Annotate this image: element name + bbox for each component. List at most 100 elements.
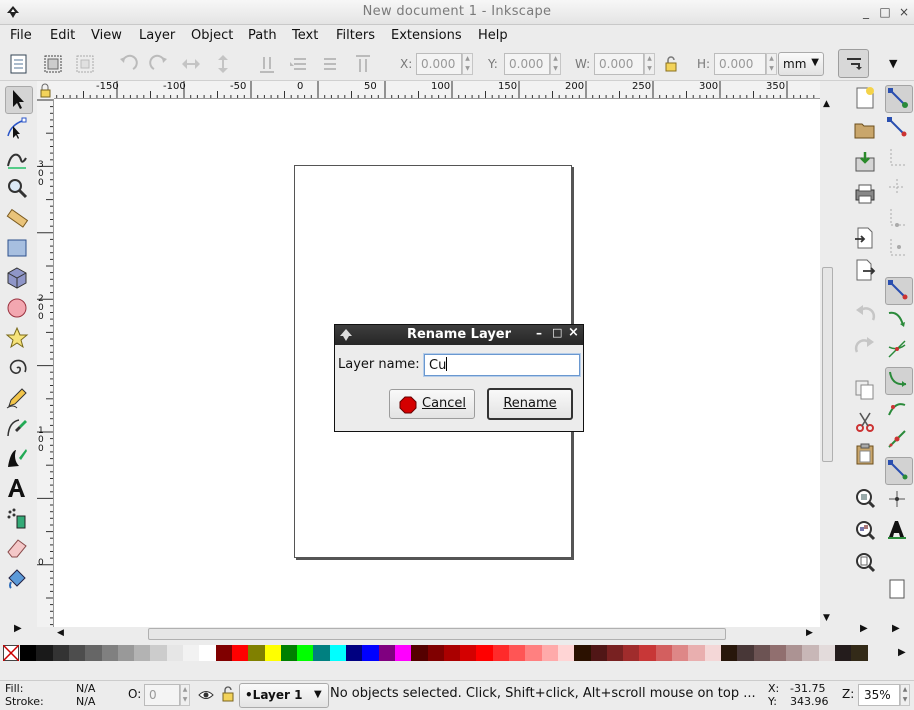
menu-file[interactable]: File	[10, 28, 32, 43]
color-swatch[interactable]	[150, 645, 168, 661]
snap-cusp-nodes[interactable]	[885, 367, 913, 395]
menu-help[interactable]: Help	[478, 28, 508, 43]
raise-icon[interactable]	[320, 53, 342, 75]
pen-tool[interactable]	[5, 416, 31, 442]
lower-icon[interactable]	[288, 53, 310, 75]
menu-filters[interactable]: Filters	[336, 28, 375, 43]
print-icon[interactable]	[853, 182, 877, 206]
color-swatch[interactable]	[606, 645, 624, 661]
menu-object[interactable]: Object	[191, 28, 233, 43]
raise-to-top-icon[interactable]	[352, 53, 374, 75]
color-swatch[interactable]	[394, 645, 412, 661]
lock-icon[interactable]	[663, 55, 679, 73]
color-swatch[interactable]	[704, 645, 722, 661]
y-input[interactable]: 0.000	[504, 53, 550, 75]
opacity-spinner[interactable]: ▲ ▼	[180, 684, 190, 706]
color-swatch[interactable]	[639, 645, 657, 661]
eraser-tool[interactable]	[5, 536, 31, 562]
text-tool[interactable]	[5, 476, 31, 502]
zoom-page-icon[interactable]	[853, 550, 877, 574]
color-swatch[interactable]	[280, 645, 298, 661]
width-input[interactable]: 0.000	[594, 53, 644, 75]
ellipse-tool[interactable]	[5, 296, 31, 322]
zoom-spinner[interactable]: ▲ ▼	[900, 684, 910, 706]
rectangle-tool[interactable]	[5, 236, 31, 262]
snap-nodes-toggle[interactable]	[885, 277, 913, 305]
stroke-value[interactable]: N/A	[76, 695, 95, 708]
horizontal-scrollbar[interactable]: ◀ ▶	[54, 627, 820, 641]
snap-others-toggle[interactable]	[885, 457, 913, 485]
layer-lock-icon[interactable]	[221, 686, 235, 702]
zoom-input[interactable]: 35%	[858, 684, 900, 706]
color-swatch[interactable]	[443, 645, 461, 661]
toolbox-more-icon[interactable]: ▶	[14, 623, 22, 634]
calligraphy-tool[interactable]	[5, 446, 31, 472]
dialog-minimize-icon[interactable]: –	[536, 326, 542, 340]
color-swatch[interactable]	[378, 645, 396, 661]
x-input[interactable]: 0.000	[416, 53, 462, 75]
color-swatch[interactable]	[557, 645, 575, 661]
snap-text-baseline[interactable]	[885, 517, 911, 543]
pencil-tool[interactable]	[5, 386, 31, 412]
color-swatch[interactable]	[623, 645, 641, 661]
color-swatch[interactable]	[101, 645, 119, 661]
rotate-ccw-icon[interactable]	[117, 53, 139, 75]
minimize-button[interactable]: _	[857, 3, 875, 21]
color-swatch[interactable]	[215, 645, 233, 661]
unit-dropdown[interactable]: mm ▼	[778, 52, 824, 76]
color-swatch[interactable]	[134, 645, 152, 661]
scroll-down-icon[interactable]: ▼	[823, 613, 830, 623]
undo-icon[interactable]	[853, 302, 877, 326]
menu-view[interactable]: View	[91, 28, 122, 43]
tweak-tool[interactable]	[5, 146, 31, 172]
color-swatch[interactable]	[231, 645, 249, 661]
color-swatch[interactable]	[329, 645, 347, 661]
overflow-chevron-icon[interactable]: ▼	[889, 57, 897, 70]
menu-edit[interactable]: Edit	[50, 28, 75, 43]
color-swatch[interactable]	[655, 645, 673, 661]
layer-name-input[interactable]: Cu	[424, 354, 580, 376]
snap-paths[interactable]	[885, 307, 911, 333]
spiral-tool[interactable]	[5, 356, 31, 382]
save-icon[interactable]	[853, 150, 877, 174]
spray-tool[interactable]	[5, 506, 31, 532]
star-tool[interactable]	[5, 326, 31, 352]
snap-bbox-edges[interactable]	[885, 145, 911, 171]
fill-value[interactable]: N/A	[76, 682, 95, 695]
snap-page-border[interactable]	[885, 577, 911, 603]
color-swatch[interactable]	[264, 645, 282, 661]
zoom-drawing-icon[interactable]	[853, 518, 877, 542]
x-spinner[interactable]: ▲ ▼	[462, 53, 473, 75]
dialog-title-bar[interactable]: Rename Layer – □ ×	[335, 325, 583, 345]
select-all-icon[interactable]	[8, 53, 30, 75]
color-swatch[interactable]	[818, 645, 836, 661]
flip-horizontal-icon[interactable]	[180, 53, 202, 75]
color-swatch[interactable]	[590, 645, 608, 661]
color-swatch[interactable]	[199, 645, 217, 661]
vertical-scrollbar[interactable]: ▲ ▼	[820, 99, 835, 627]
cancel-button[interactable]: Cancel	[389, 389, 475, 419]
horizontal-scroll-thumb[interactable]	[148, 628, 726, 640]
snap-bbox-toggle[interactable]	[885, 115, 911, 141]
menu-text[interactable]: Text	[292, 28, 318, 43]
height-input[interactable]: 0.000	[714, 53, 766, 75]
color-swatch[interactable]	[476, 645, 494, 661]
color-swatch[interactable]	[248, 645, 266, 661]
deselect-icon[interactable]	[74, 53, 96, 75]
open-folder-icon[interactable]	[853, 118, 877, 142]
color-swatch[interactable]	[574, 645, 592, 661]
snap-bbox-midpoints[interactable]	[885, 205, 911, 231]
color-swatch[interactable]	[688, 645, 706, 661]
color-swatch[interactable]	[851, 645, 869, 661]
color-swatch[interactable]	[737, 645, 755, 661]
scroll-up-icon[interactable]: ▲	[823, 99, 830, 109]
color-swatch[interactable]	[769, 645, 787, 661]
new-document-icon[interactable]	[853, 86, 877, 110]
import-icon[interactable]	[853, 226, 877, 250]
close-button[interactable]: ×	[895, 3, 913, 21]
lock-guides-icon[interactable]	[37, 81, 54, 99]
menu-layer[interactable]: Layer	[139, 28, 175, 43]
measure-tool[interactable]	[5, 206, 31, 232]
scroll-right-icon[interactable]: ▶	[806, 628, 813, 638]
rotate-cw-icon[interactable]	[148, 53, 170, 75]
